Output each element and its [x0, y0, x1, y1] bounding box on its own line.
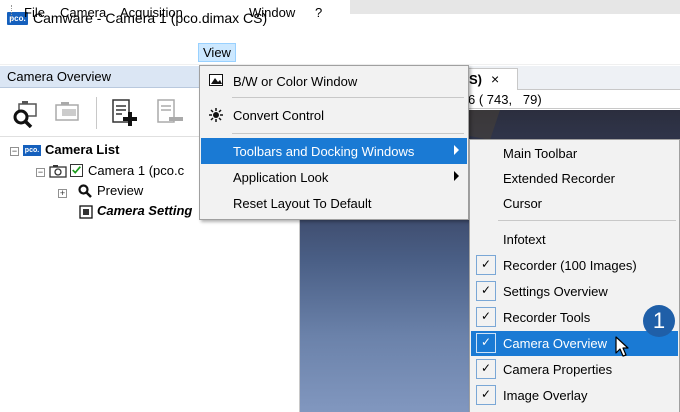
submenu-item-recorder[interactable]: ✓ Recorder (100 Images): [471, 253, 678, 278]
view-menu-item-toolbars[interactable]: Toolbars and Docking Windows: [201, 138, 467, 164]
submenu-item-cursor[interactable]: Cursor: [471, 191, 678, 216]
menu-acquisition[interactable]: Acquisition: [116, 3, 187, 22]
view-menu-dropdown: B/W or Color Window Convert Control Tool…: [199, 65, 469, 220]
remove-setting-icon[interactable]: [155, 98, 185, 128]
view-menu-label: Application Look: [233, 170, 329, 185]
submenu-label: Main Toolbar: [503, 146, 578, 161]
menu-separator: [232, 133, 464, 134]
menu-separator: [498, 220, 676, 221]
check-icon: ✓: [476, 255, 496, 275]
check-icon: ✓: [476, 385, 496, 405]
submenu-item-settings-overview[interactable]: ✓ Settings Overview: [471, 279, 678, 304]
submenu-label: Camera Properties: [503, 362, 613, 377]
menu-window[interactable]: Window: [245, 3, 299, 22]
tree-item-camera-1[interactable]: Camera 1 (pco.c: [88, 163, 184, 178]
menu-camera[interactable]: Camera: [56, 3, 110, 22]
tree-collapse-toggle[interactable]: −: [10, 147, 19, 156]
view-menu-item-convert-control[interactable]: Convert Control: [201, 102, 467, 128]
tree-item-preview[interactable]: Preview: [97, 183, 143, 198]
menu-separator: [232, 97, 464, 98]
view-menu-label: B/W or Color Window: [233, 74, 358, 89]
menu-bar-grip[interactable]: [11, 5, 13, 21]
submenu-label: Cursor: [503, 196, 543, 211]
close-icon[interactable]: ×: [491, 71, 499, 87]
check-icon: ✓: [476, 281, 496, 301]
menu-view[interactable]: View: [198, 43, 236, 62]
check-icon: ✓: [476, 307, 496, 327]
submenu-label: Image Overlay: [503, 388, 588, 403]
search-camera-icon[interactable]: [10, 98, 40, 128]
convert-control-icon: [209, 108, 223, 122]
view-menu-label: Reset Layout To Default: [233, 196, 372, 211]
check-icon: ✓: [476, 333, 496, 353]
camera-overview-title: Camera Overview: [7, 69, 112, 84]
tree-collapse-toggle[interactable]: −: [36, 168, 45, 177]
cursor-info-text: 6 ( 743, 79): [468, 92, 542, 107]
submenu-arrow-icon: [454, 145, 459, 155]
menu-file[interactable]: File: [20, 3, 49, 22]
menu-bar: [0, 40, 680, 65]
submenu-label: Recorder Tools: [503, 310, 591, 325]
submenu-arrow-icon: [454, 171, 459, 181]
close-camera-icon[interactable]: [52, 98, 82, 128]
submenu-label: Recorder (100 Images): [503, 258, 637, 273]
tree-item-camera-settings[interactable]: Camera Setting: [97, 203, 192, 218]
menu-help[interactable]: ?: [311, 3, 326, 22]
submenu-label: Settings Overview: [503, 284, 608, 299]
tree-item-camera-list[interactable]: Camera List: [45, 142, 119, 157]
mouse-pointer-icon: [615, 336, 629, 357]
title-bar-strip: [350, 0, 680, 14]
add-setting-icon[interactable]: [110, 98, 140, 128]
pco-logo-icon: pco.: [23, 145, 41, 156]
view-menu-item-application-look[interactable]: Application Look: [201, 164, 467, 190]
view-menu-item-bw-window[interactable]: B/W or Color Window: [201, 68, 467, 94]
camera-enabled-checkbox[interactable]: [70, 164, 83, 177]
bw-window-icon: [209, 74, 223, 86]
submenu-item-camera-properties[interactable]: ✓ Camera Properties: [471, 357, 678, 382]
submenu-label: Camera Overview: [503, 336, 608, 351]
submenu-item-infotext[interactable]: Infotext: [471, 227, 678, 252]
submenu-label: Infotext: [503, 232, 546, 247]
submenu-item-camera-overview[interactable]: ✓ Camera Overview: [471, 331, 678, 356]
tree-expand-toggle[interactable]: +: [58, 189, 67, 198]
document-tab-label: S): [469, 72, 482, 87]
toolbars-submenu: Main Toolbar Extended Recorder Cursor In…: [469, 139, 680, 412]
view-menu-item-reset-layout[interactable]: Reset Layout To Default: [201, 190, 467, 216]
submenu-label: Extended Recorder: [503, 171, 616, 186]
camera-icon: [49, 165, 67, 178]
check-icon: ✓: [476, 359, 496, 379]
step-callout-badge: 1: [643, 305, 675, 337]
view-menu-label: Convert Control: [233, 108, 325, 123]
submenu-item-main-toolbar[interactable]: Main Toolbar: [471, 141, 678, 166]
toolbar-separator: [96, 97, 97, 129]
view-menu-label: Toolbars and Docking Windows: [233, 144, 415, 159]
preview-magnifier-icon: [78, 184, 92, 198]
submenu-item-image-overlay[interactable]: ✓ Image Overlay: [471, 383, 678, 408]
settings-document-icon: [79, 205, 93, 219]
submenu-item-extended-recorder[interactable]: Extended Recorder: [471, 166, 678, 191]
